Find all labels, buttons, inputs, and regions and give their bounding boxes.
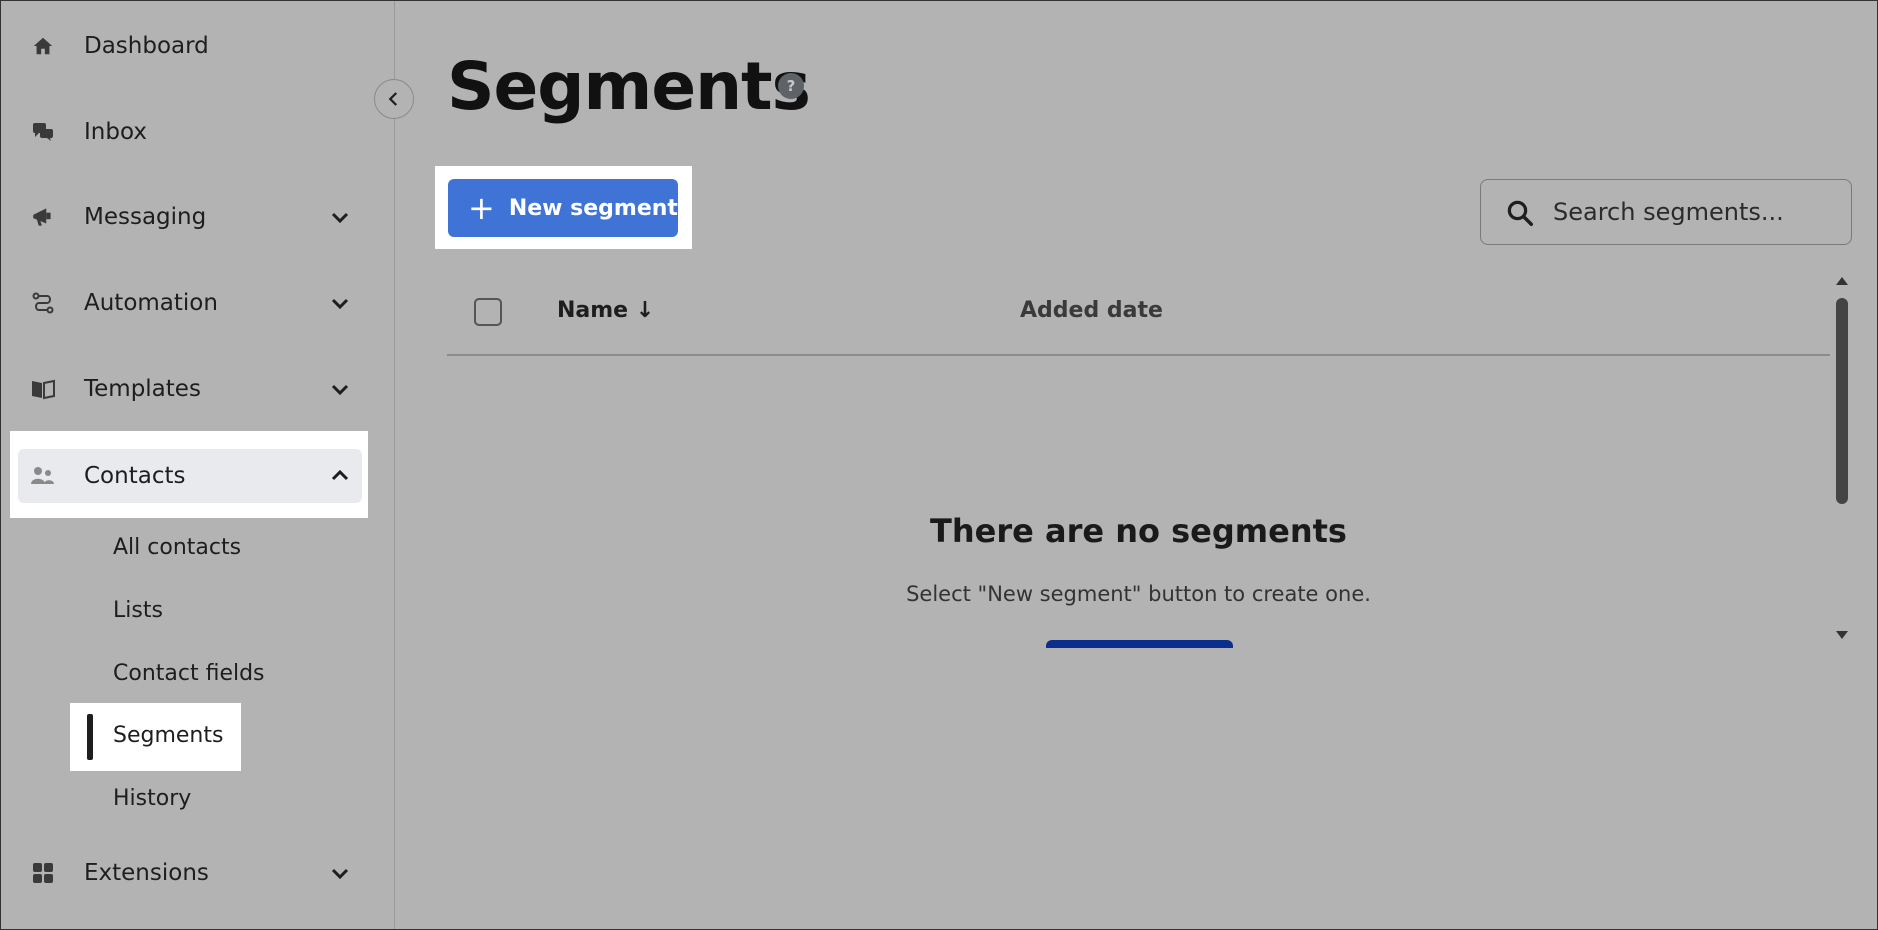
new-segment-label: New segment: [508, 195, 678, 221]
scrollbar[interactable]: [1830, 272, 1854, 648]
flow-icon: [30, 290, 56, 316]
chevron-up-icon: [331, 469, 349, 481]
nav-templates[interactable]: Templates: [18, 362, 362, 416]
sub-item-lists[interactable]: Lists: [113, 598, 163, 623]
home-icon: [30, 33, 56, 59]
active-indicator: [87, 714, 93, 760]
empty-state-subtitle: Select "New segment" button to create on…: [906, 582, 1371, 606]
search-icon: [1507, 200, 1533, 226]
new-segment-button[interactable]: + New segment: [448, 179, 678, 237]
column-name[interactable]: Name ↓: [557, 298, 654, 323]
nav-label: Contacts: [84, 463, 186, 489]
grid-icon: [30, 860, 56, 886]
plus-icon: +: [468, 189, 495, 227]
people-icon: [30, 463, 56, 489]
chevron-left-icon: [388, 92, 398, 106]
book-icon: [30, 376, 56, 402]
nav-extensions[interactable]: Extensions: [18, 846, 362, 900]
nav-inbox[interactable]: Inbox: [18, 105, 362, 159]
nav-automation[interactable]: Automation: [18, 276, 362, 330]
sub-item-segments[interactable]: Segments: [113, 723, 223, 748]
sub-item-contact-fields[interactable]: Contact fields: [113, 661, 265, 686]
sub-item-all-contacts[interactable]: All contacts: [113, 535, 241, 560]
empty-state-title: There are no segments: [930, 512, 1347, 550]
chat-icon: [30, 119, 56, 145]
nav-label: Automation: [84, 290, 218, 316]
scroll-up-icon[interactable]: [1835, 276, 1849, 286]
search-input[interactable]: [1553, 192, 1833, 232]
nav-label: Extensions: [84, 860, 209, 886]
chevron-down-icon: [331, 212, 349, 224]
chevron-down-icon: [331, 868, 349, 880]
megaphone-icon: [30, 204, 56, 230]
nav-label: Templates: [84, 376, 201, 402]
nav-contacts[interactable]: Contacts: [18, 449, 362, 503]
search-box[interactable]: [1480, 179, 1852, 245]
nav-label: Inbox: [84, 119, 147, 145]
sub-item-history[interactable]: History: [113, 786, 191, 811]
nav-label: Messaging: [84, 204, 207, 230]
nav-messaging[interactable]: Messaging: [18, 190, 362, 244]
help-icon[interactable]: ?: [778, 73, 804, 99]
select-all-checkbox[interactable]: [474, 298, 502, 326]
chevron-down-icon: [331, 298, 349, 310]
column-added-date[interactable]: Added date: [1020, 298, 1163, 323]
sort-arrow-icon: ↓: [635, 298, 655, 323]
collapse-sidebar-button[interactable]: [374, 79, 414, 119]
scroll-down-icon[interactable]: [1835, 630, 1849, 640]
column-name-label: Name: [557, 298, 629, 323]
sidebar: Dashboard Inbox Messaging Automation Tem…: [0, 0, 395, 930]
nav-label: Dashboard: [84, 33, 209, 59]
scroll-thumb[interactable]: [1836, 298, 1848, 504]
page-title: Segments: [447, 48, 811, 125]
chevron-down-icon: [331, 384, 349, 396]
empty-state-button[interactable]: [1046, 640, 1233, 648]
nav-dashboard[interactable]: Dashboard: [18, 19, 362, 73]
table-header: Name ↓ Added date: [447, 280, 1830, 356]
